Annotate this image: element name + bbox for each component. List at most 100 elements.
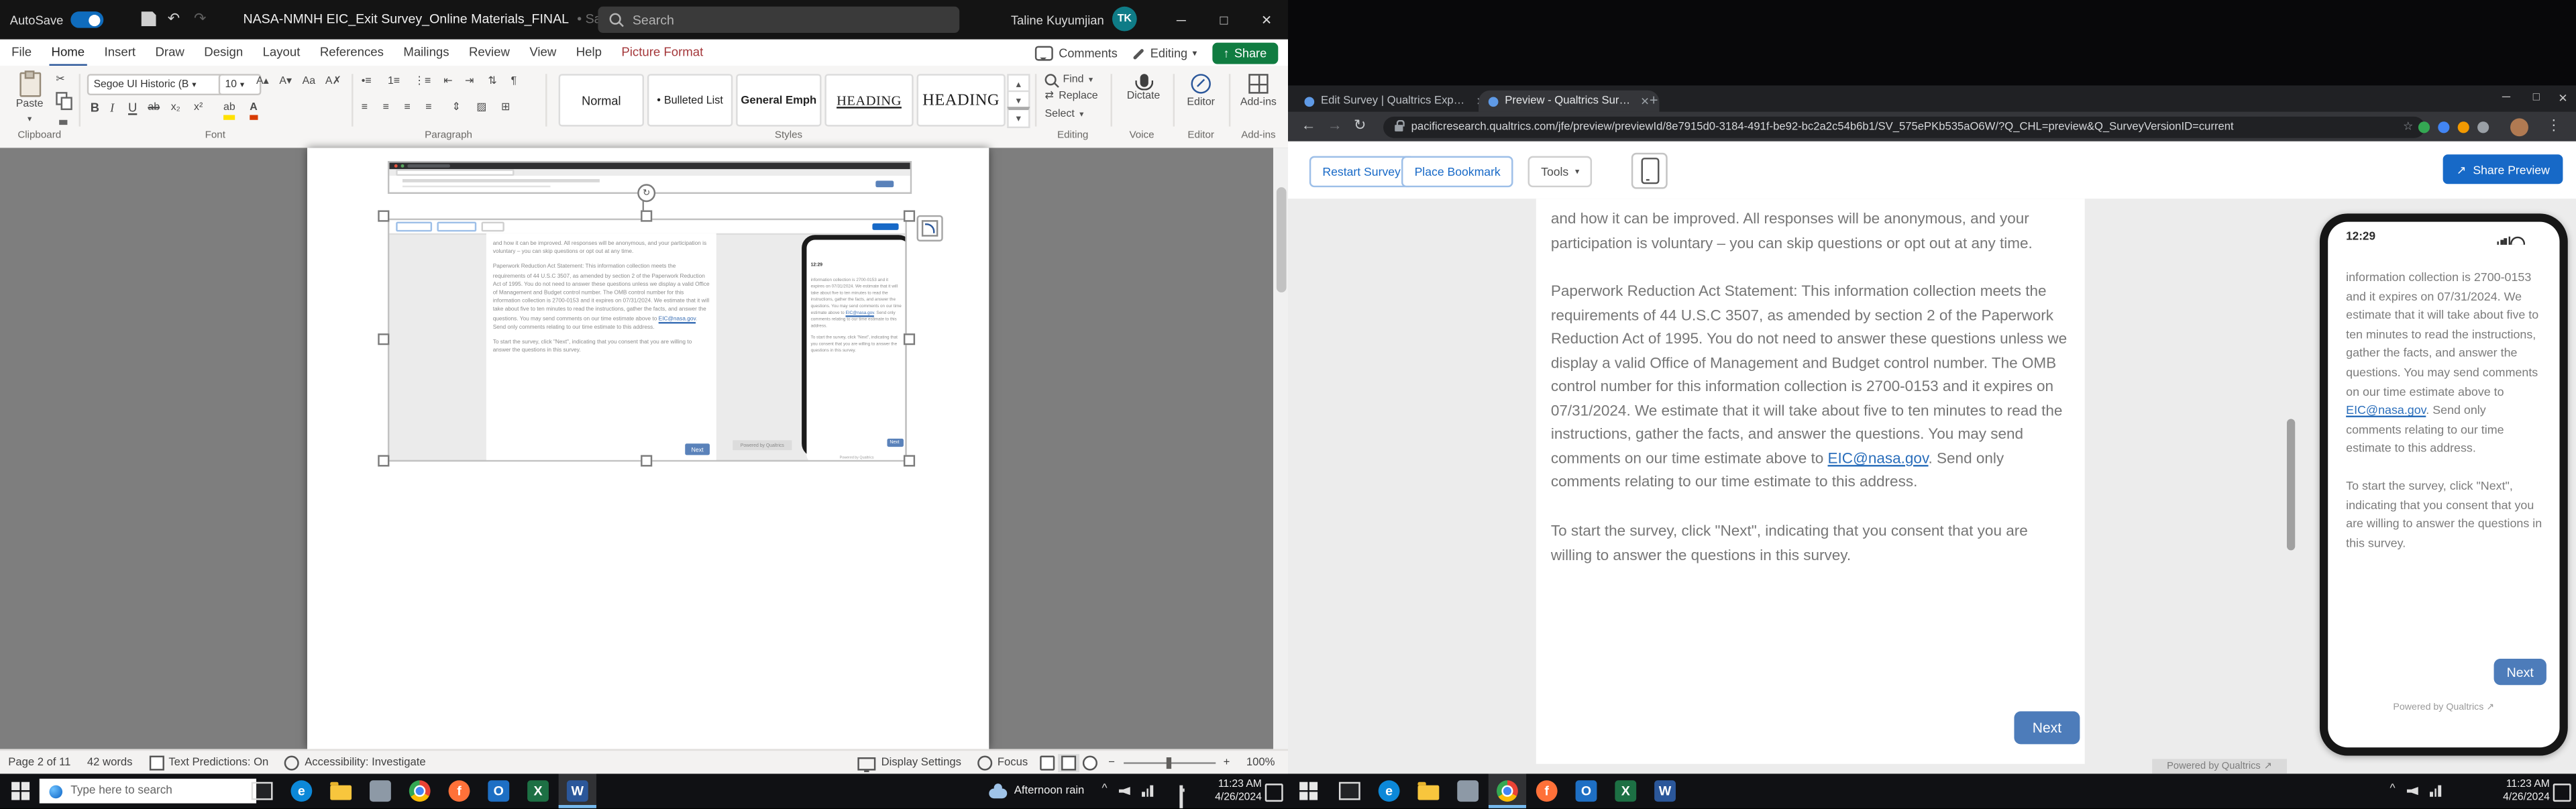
taskbar-clock[interactable]: 11:23 AM 4/26/2024 <box>2503 778 2550 804</box>
document-canvas[interactable]: and how it can be improved. All response… <box>0 148 1288 749</box>
shrink-font-icon[interactable]: A▾ <box>279 77 292 88</box>
taskbar-app-word[interactable]: W <box>559 773 596 808</box>
select-button[interactable]: Select ▾ <box>1045 110 1084 121</box>
resize-handle-top-left[interactable] <box>378 210 389 221</box>
tray-expand-icon[interactable]: ^ <box>2390 784 2396 795</box>
taskbar-app-chrome[interactable] <box>1489 773 1526 808</box>
zoom-out-button[interactable]: − <box>1100 757 1123 769</box>
editing-mode-button[interactable]: Editing ▾ <box>1132 46 1197 61</box>
grow-font-icon[interactable]: A▴ <box>256 77 269 88</box>
taskbar-app-firefox[interactable]: f <box>1528 773 1566 808</box>
ribbon-tab-draw[interactable]: Draw <box>154 38 186 67</box>
resize-handle-middle-right[interactable] <box>904 333 915 345</box>
cut-icon[interactable]: ✂ <box>56 76 64 87</box>
italic-icon[interactable]: I <box>110 102 114 114</box>
zoom-slider[interactable] <box>1123 762 1215 763</box>
editor-button[interactable]: Editor <box>1179 74 1222 109</box>
extension-icon-3[interactable] <box>2458 121 2469 132</box>
ribbon-tab-layout[interactable]: Layout <box>261 38 302 67</box>
selected-image[interactable]: and how it can be improved. All response… <box>388 219 907 462</box>
taskbar-app-firefox[interactable]: f <box>440 773 478 808</box>
network-icon[interactable] <box>2430 786 2442 797</box>
start-button[interactable] <box>0 773 40 808</box>
resize-handle-top-right[interactable] <box>904 210 915 221</box>
taskbar-app-edge[interactable]: e <box>282 773 320 808</box>
taskbar-weather[interactable]: Afternoon rain <box>989 773 1084 808</box>
show-paragraph-marks-icon[interactable]: ¶ <box>511 77 517 88</box>
reload-icon[interactable]: ↻ <box>1354 118 1366 133</box>
highlight-color-icon[interactable]: ab <box>223 103 235 119</box>
superscript-icon[interactable]: x² <box>194 103 203 114</box>
network-icon[interactable] <box>1142 786 1154 797</box>
taskbar-app-word[interactable]: W <box>1646 773 1684 808</box>
status-accessibility[interactable]: Accessibility: Investigate <box>277 756 434 771</box>
resize-handle-bottom-right[interactable] <box>904 455 915 466</box>
chrome-maximize-button[interactable]: □ <box>2533 92 2540 103</box>
justify-icon[interactable]: ≡ <box>425 103 431 114</box>
style-bulleted-list[interactable]: • Bulleted List <box>647 74 733 126</box>
tools-dropdown[interactable]: Tools ▾ <box>1528 156 1593 188</box>
taskbar-clock[interactable]: 11:23 AM 4/26/2024 <box>1215 778 1262 804</box>
share-button[interactable]: ↑ Share <box>1212 43 1278 64</box>
ribbon-tab-references[interactable]: References <box>318 38 385 67</box>
word-scrollbar-thumb[interactable] <box>1276 187 1286 292</box>
status-word-count[interactable]: 42 words <box>79 757 141 769</box>
clear-formatting-icon[interactable]: A✗ <box>325 77 341 88</box>
decrease-indent-icon[interactable]: ⇤ <box>443 77 452 88</box>
notification-center-icon[interactable] <box>2553 784 2571 802</box>
style-heading-2[interactable]: HEADING <box>917 74 1006 126</box>
taskbar-app-excel[interactable]: X <box>1607 773 1644 808</box>
extension-icon-2[interactable] <box>2438 121 2449 132</box>
taskbar-app-file-explorer[interactable] <box>1409 773 1447 808</box>
back-icon[interactable]: ← <box>1301 118 1316 133</box>
tray-expand-icon[interactable]: ^ <box>1102 784 1108 795</box>
ribbon-tab-insert[interactable]: Insert <box>103 38 137 67</box>
document-page[interactable]: and how it can be improved. All response… <box>307 148 989 749</box>
numbered-list-icon[interactable]: 1≡ <box>388 77 400 88</box>
resize-handle-bottom-center[interactable] <box>641 455 652 466</box>
bulleted-list-icon[interactable]: •≡ <box>362 77 372 88</box>
word-scrollbar[interactable] <box>1273 148 1288 749</box>
ribbon-tab-picture-format[interactable]: Picture Format <box>620 38 705 67</box>
zoom-slider-knob[interactable] <box>1166 757 1171 769</box>
mobile-view-toggle[interactable] <box>1631 153 1668 189</box>
address-bar[interactable]: pacificresearch.qualtrics.com/jfe/previe… <box>1383 116 2425 138</box>
tab-close-icon[interactable]: ✕ <box>1640 95 1649 108</box>
start-button[interactable] <box>1288 773 1328 808</box>
share-preview-button[interactable]: ↗ Share Preview <box>2443 154 2563 184</box>
sort-icon[interactable]: ⇅ <box>488 77 496 88</box>
extension-icon-1[interactable] <box>2418 121 2430 132</box>
comments-button[interactable]: Comments <box>1036 46 1118 61</box>
find-button[interactable]: Find ▾ <box>1045 74 1093 87</box>
new-tab-button[interactable]: + <box>1650 92 1658 108</box>
taskbar-app-edge[interactable]: e <box>1370 773 1407 808</box>
shading-icon[interactable]: ▨ <box>476 103 486 114</box>
add-ins-button[interactable]: Add-ins <box>1236 74 1282 109</box>
volume-icon[interactable] <box>2407 787 2418 795</box>
taskbar-app-outlook[interactable]: O <box>1567 773 1605 808</box>
taskbar-app-outlook[interactable]: O <box>480 773 517 808</box>
increase-indent-icon[interactable]: ⇥ <box>465 77 474 88</box>
chrome-tab-edit-survey[interactable]: Edit Survey | Qualtrics Experie... ✕ <box>1295 91 1495 112</box>
layout-options-button[interactable] <box>917 215 943 241</box>
menu-kebab-icon[interactable]: ⋮ <box>2546 118 2561 133</box>
line-spacing-icon[interactable]: ⇕ <box>451 103 460 114</box>
taskbar-app-excel[interactable]: X <box>519 773 557 808</box>
web-layout-button[interactable] <box>1079 754 1100 772</box>
change-case-icon[interactable]: Aa <box>303 77 315 88</box>
powered-by-qualtrics[interactable]: Powered by Qualtrics ↗ <box>2152 759 2287 773</box>
ribbon-tab-help[interactable]: Help <box>574 38 603 67</box>
task-view-button[interactable] <box>243 773 279 808</box>
notification-center-icon[interactable] <box>1265 784 1283 802</box>
resize-handle-bottom-left[interactable] <box>378 455 389 466</box>
style-general-emph[interactable]: General Emph <box>736 74 821 126</box>
email-link[interactable]: EIC@nasa.gov <box>1828 450 1929 466</box>
resize-handle-middle-left[interactable] <box>378 333 389 345</box>
status-focus[interactable]: Focus <box>969 756 1036 771</box>
phone-email-link[interactable]: EIC@nasa.gov <box>2346 402 2426 417</box>
ribbon-tab-review[interactable]: Review <box>468 38 512 67</box>
print-layout-button[interactable] <box>1057 754 1079 772</box>
place-bookmark-button[interactable]: Place Bookmark <box>1401 156 1513 188</box>
bold-icon[interactable]: B <box>91 102 99 114</box>
taskbar-search-box[interactable]: Type here to search <box>40 779 256 804</box>
